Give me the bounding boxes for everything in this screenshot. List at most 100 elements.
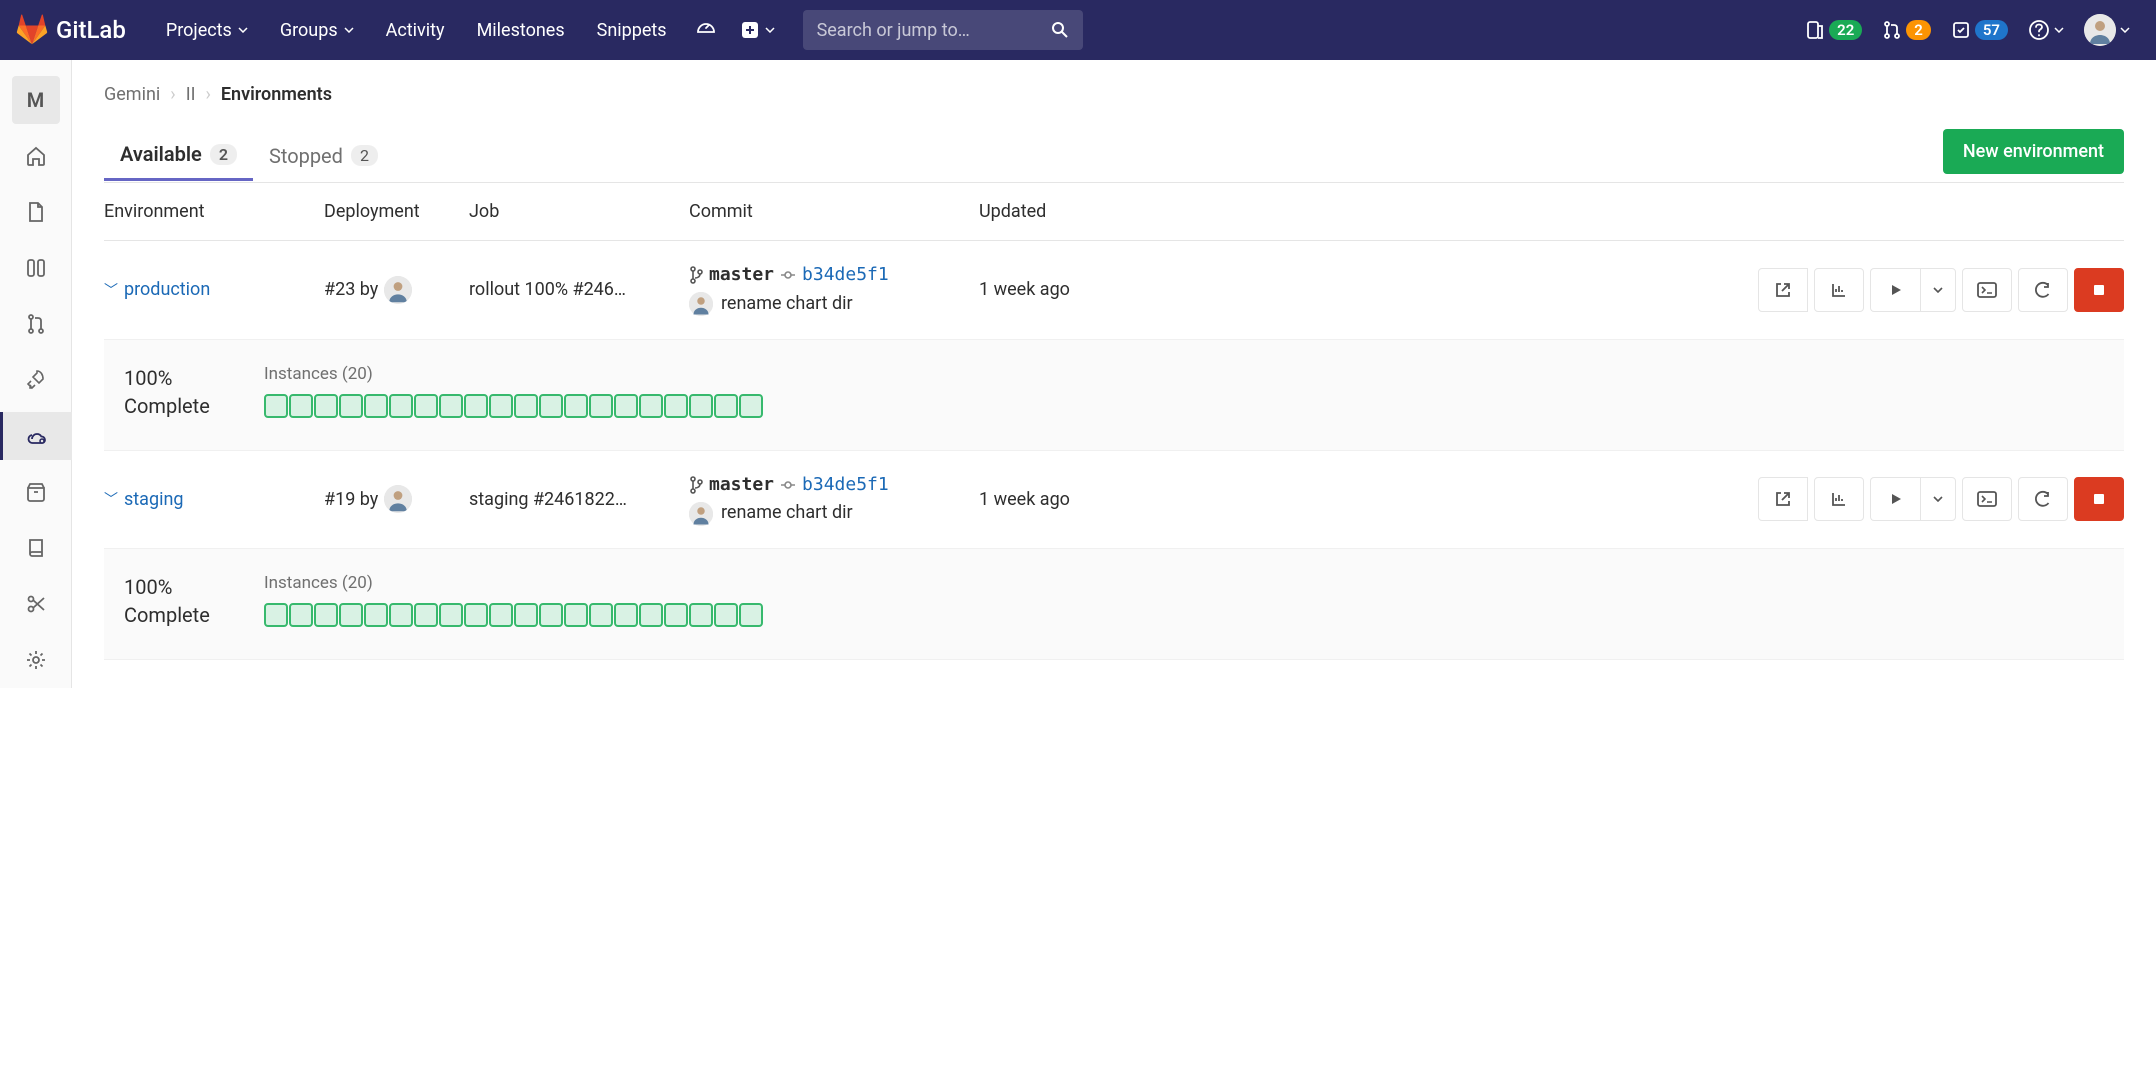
instance-cell[interactable] (739, 394, 763, 418)
instance-cell[interactable] (689, 394, 713, 418)
instance-cell[interactable] (564, 394, 588, 418)
instance-cell[interactable] (639, 394, 663, 418)
nav-plus-button[interactable] (729, 21, 787, 39)
new-environment-button[interactable]: New environment (1943, 129, 2124, 174)
instance-cell[interactable] (589, 394, 613, 418)
redeploy-button[interactable] (2018, 268, 2068, 312)
instance-cell[interactable] (464, 603, 488, 627)
sidebar-operations[interactable] (0, 412, 72, 460)
nav-milestones[interactable]: Milestones (461, 20, 581, 41)
branch-name[interactable]: master (709, 261, 774, 290)
user-menu[interactable] (2074, 14, 2140, 46)
branch-name[interactable]: master (709, 471, 774, 500)
environment-name-link[interactable]: ﹀staging (104, 489, 324, 510)
instance-cell[interactable] (364, 394, 388, 418)
monitoring-button[interactable] (1814, 477, 1864, 521)
sidebar-snippets[interactable] (12, 580, 60, 628)
sidebar-cicd[interactable] (12, 356, 60, 404)
sidebar-issues[interactable] (12, 244, 60, 292)
instance-cell[interactable] (664, 603, 688, 627)
commit-sha-link[interactable]: b34de5f1 (802, 261, 889, 290)
instance-cell[interactable] (714, 603, 738, 627)
commit-message[interactable]: rename chart dir (721, 499, 853, 528)
user-avatar[interactable] (689, 502, 713, 526)
instance-cell[interactable] (489, 394, 513, 418)
search-box[interactable] (803, 10, 1083, 50)
instance-cell[interactable] (314, 603, 338, 627)
user-avatar[interactable] (384, 485, 412, 513)
user-avatar[interactable] (689, 292, 713, 316)
user-avatar[interactable] (384, 276, 412, 304)
open-live-button[interactable] (1758, 477, 1808, 521)
stop-button[interactable] (2074, 268, 2124, 312)
instance-cell[interactable] (439, 394, 463, 418)
deploy-dropdown[interactable] (1920, 477, 1956, 521)
instance-cell[interactable] (339, 603, 363, 627)
instance-cell[interactable] (514, 603, 538, 627)
gitlab-logo[interactable]: GitLab (16, 14, 126, 46)
sidebar-mrs[interactable] (12, 300, 60, 348)
monitoring-button[interactable] (1814, 268, 1864, 312)
instance-cell[interactable] (539, 603, 563, 627)
instance-cell[interactable] (414, 603, 438, 627)
instance-cell[interactable] (264, 394, 288, 418)
instance-cell[interactable] (639, 603, 663, 627)
instance-cell[interactable] (439, 603, 463, 627)
deploy-button[interactable] (1870, 477, 1920, 521)
instance-cell[interactable] (689, 603, 713, 627)
sidebar-wiki[interactable] (12, 524, 60, 572)
breadcrumb-link[interactable]: Gemini (104, 84, 160, 105)
instance-cell[interactable] (664, 394, 688, 418)
instance-cell[interactable] (389, 394, 413, 418)
breadcrumb-link[interactable]: II (186, 84, 196, 105)
nav-projects[interactable]: Projects (150, 20, 264, 41)
commit-sha-link[interactable]: b34de5f1 (802, 471, 889, 500)
commit-icon (780, 267, 796, 283)
instance-cell[interactable] (289, 394, 313, 418)
nav-dashboard-icon[interactable] (683, 19, 729, 41)
redeploy-button[interactable] (2018, 477, 2068, 521)
instance-cell[interactable] (414, 394, 438, 418)
instance-cell[interactable] (714, 394, 738, 418)
sidebar-packages[interactable] (12, 468, 60, 516)
nav-groups[interactable]: Groups (264, 20, 370, 41)
commit-message[interactable]: rename chart dir (721, 290, 853, 319)
issues-counter[interactable]: 57 (1941, 20, 2018, 40)
job-link[interactable]: staging #2461822… (469, 489, 689, 510)
instance-cell[interactable] (614, 603, 638, 627)
instance-cell[interactable] (564, 603, 588, 627)
instance-cell[interactable] (364, 603, 388, 627)
nav-activity[interactable]: Activity (370, 20, 461, 41)
instance-cell[interactable] (589, 603, 613, 627)
stop-button[interactable] (2074, 477, 2124, 521)
deploy-button[interactable] (1870, 268, 1920, 312)
project-avatar[interactable]: M (12, 76, 60, 124)
instance-cell[interactable] (739, 603, 763, 627)
instance-cell[interactable] (289, 603, 313, 627)
instance-cell[interactable] (389, 603, 413, 627)
nav-snippets[interactable]: Snippets (581, 20, 683, 41)
instance-cell[interactable] (539, 394, 563, 418)
terminal-button[interactable] (1962, 268, 2012, 312)
instance-cell[interactable] (339, 394, 363, 418)
sidebar-repo[interactable] (12, 188, 60, 236)
sidebar-home[interactable] (12, 132, 60, 180)
instance-cell[interactable] (614, 394, 638, 418)
instance-cell[interactable] (314, 394, 338, 418)
instance-cell[interactable] (489, 603, 513, 627)
deploy-dropdown[interactable] (1920, 268, 1956, 312)
open-live-button[interactable] (1758, 268, 1808, 312)
tab-available[interactable]: Available2 (104, 130, 253, 181)
job-link[interactable]: rollout 100% #246… (469, 279, 689, 300)
tab-stopped[interactable]: Stopped2 (253, 132, 394, 180)
mr-counter[interactable]: 2 (1872, 20, 1941, 40)
sidebar-settings[interactable] (12, 636, 60, 684)
help-button[interactable] (2018, 19, 2074, 41)
instance-cell[interactable] (264, 603, 288, 627)
instance-cell[interactable] (464, 394, 488, 418)
terminal-button[interactable] (1962, 477, 2012, 521)
instance-cell[interactable] (514, 394, 538, 418)
todos-counter[interactable]: 22 (1795, 20, 1872, 40)
environment-name-link[interactable]: ﹀production (104, 279, 324, 300)
search-input[interactable] (817, 20, 1051, 41)
